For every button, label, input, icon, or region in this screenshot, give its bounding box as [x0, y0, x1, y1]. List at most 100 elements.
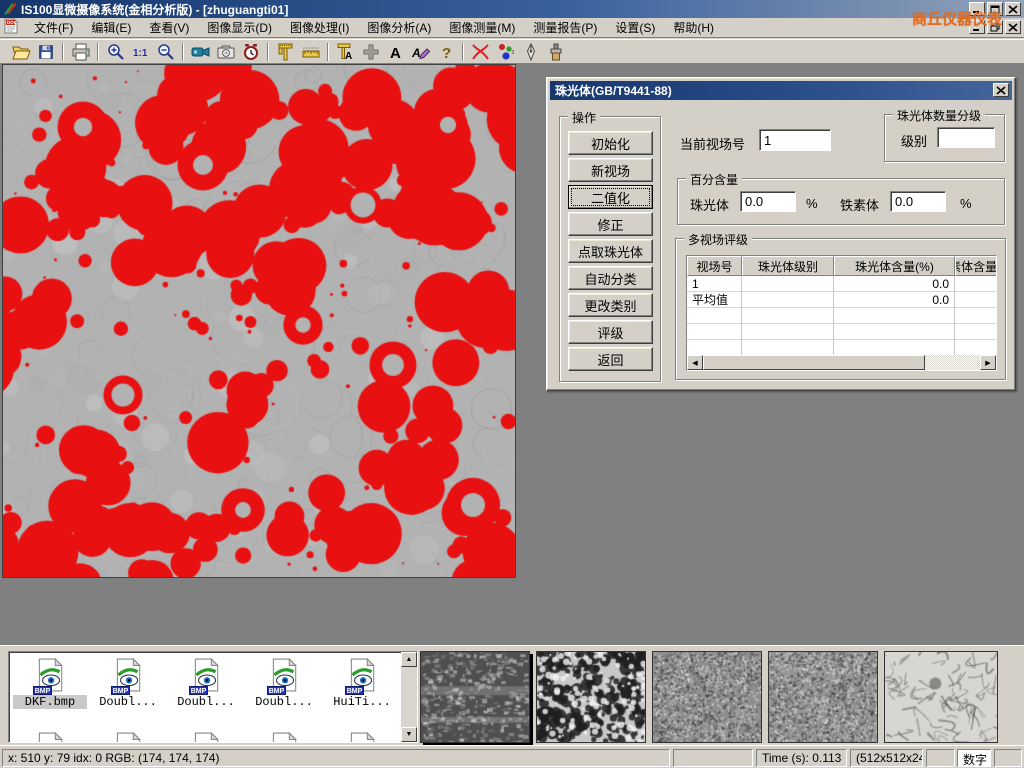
- grade-input[interactable]: [937, 127, 995, 148]
- actual-size-button[interactable]: 1:1: [128, 41, 153, 63]
- rate-button[interactable]: 评级: [568, 320, 653, 344]
- file-item[interactable]: BMP DKF.bmp: [13, 658, 87, 709]
- titlebar[interactable]: IS100显微摄像系统(金相分析版) - [zhuguangti01]: [0, 0, 1024, 18]
- ferrite-percent-input[interactable]: [890, 191, 946, 212]
- current-field-input[interactable]: [759, 129, 831, 151]
- document-icon[interactable]: DOC: [3, 18, 19, 37]
- return-button[interactable]: 返回: [568, 347, 653, 371]
- status-empty-panel: [673, 749, 753, 767]
- close-button[interactable]: [1005, 2, 1021, 16]
- menu-measure-report[interactable]: 测量报告(P): [524, 17, 606, 38]
- measure-text-button[interactable]: A: [333, 41, 358, 63]
- print-button[interactable]: [68, 41, 93, 63]
- zoom-in-button[interactable]: [103, 41, 128, 63]
- text-tool-button[interactable]: A: [383, 41, 408, 63]
- rating-table[interactable]: 视场号 珠光体级别 珠光体含量(%) 铁素体含量(%) 1 0.0 平均值: [686, 255, 997, 371]
- scroll-right-arrow-icon[interactable]: ▶: [980, 355, 996, 370]
- dialog-close-button[interactable]: [993, 83, 1009, 97]
- curve-tool-button[interactable]: [468, 41, 493, 63]
- thumbnail-5[interactable]: [884, 651, 998, 743]
- specimen-image[interactable]: [2, 64, 516, 578]
- svg-text:?: ?: [442, 45, 451, 62]
- file-list-scrollbar[interactable]: ▲ ▼: [401, 652, 417, 742]
- bmp-file-icon: BMP: [345, 681, 379, 695]
- menu-image-display[interactable]: 图像显示(D): [198, 17, 281, 38]
- file-name[interactable]: Doubl...: [247, 695, 321, 709]
- table-row[interactable]: 1 0.0: [687, 276, 996, 292]
- file-item[interactable]: BMP Doubl...: [91, 658, 165, 709]
- file-item[interactable]: BMP Doubl...: [169, 658, 243, 709]
- save-floppy-icon: [37, 43, 55, 61]
- table-horizontal-scrollbar[interactable]: ◀ ▶: [687, 355, 996, 370]
- thumbnail-3[interactable]: [652, 651, 762, 743]
- thumbnail-1[interactable]: [420, 651, 530, 743]
- ruler-button[interactable]: [298, 41, 323, 63]
- menu-view[interactable]: 查看(V): [140, 17, 198, 38]
- file-item[interactable]: BMP: [325, 732, 399, 743]
- file-name[interactable]: HuiTi...: [325, 695, 399, 709]
- pick-pearlite-button[interactable]: 点取珠光体: [568, 239, 653, 263]
- timer-button[interactable]: [238, 41, 263, 63]
- menu-edit[interactable]: 编辑(E): [82, 17, 140, 38]
- mdi-minimize-button[interactable]: [969, 20, 985, 34]
- auto-classify-button[interactable]: 自动分类: [568, 266, 653, 290]
- maximize-button[interactable]: [987, 2, 1003, 16]
- col-ferrite-content[interactable]: 铁素体含量(%): [955, 256, 997, 276]
- scroll-down-arrow-icon[interactable]: ▼: [401, 727, 417, 742]
- pearlite-percent-input[interactable]: [740, 191, 796, 212]
- col-pearlite-content[interactable]: 珠光体含量(%): [834, 256, 955, 276]
- binarize-button[interactable]: 二值化: [568, 185, 653, 209]
- classify-tool-button[interactable]: 3: [493, 41, 518, 63]
- file-item[interactable]: BMP: [13, 732, 87, 743]
- open-button[interactable]: [8, 41, 33, 63]
- file-name[interactable]: DKF.bmp: [13, 695, 87, 709]
- initialize-button[interactable]: 初始化: [568, 131, 653, 155]
- menu-image-process[interactable]: 图像处理(I): [281, 17, 358, 38]
- file-item[interactable]: BMP: [247, 732, 321, 743]
- menu-file[interactable]: 文件(F): [25, 17, 82, 38]
- current-field-label: 当前视场号: [680, 134, 745, 153]
- thumbnail-2[interactable]: [536, 651, 646, 743]
- caliper-measure-button[interactable]: [273, 41, 298, 63]
- correct-button[interactable]: 修正: [568, 212, 653, 236]
- help-button[interactable]: ?: [433, 41, 458, 63]
- thumbnail-4[interactable]: [768, 651, 878, 743]
- file-item[interactable]: BMP Doubl...: [247, 658, 321, 709]
- scroll-up-arrow-icon[interactable]: ▲: [401, 652, 417, 667]
- save-button[interactable]: [33, 41, 58, 63]
- file-name[interactable]: Doubl...: [91, 695, 165, 709]
- video-capture-button[interactable]: [188, 41, 213, 63]
- file-name[interactable]: Doubl...: [169, 695, 243, 709]
- change-class-button[interactable]: 更改类别: [568, 293, 653, 317]
- mdi-restore-button[interactable]: [987, 20, 1003, 34]
- col-pearlite-level[interactable]: 珠光体级别: [742, 256, 834, 276]
- table-row[interactable]: 平均值 0.0: [687, 292, 996, 308]
- menu-image-measure[interactable]: 图像测量(M): [440, 17, 524, 38]
- toolbar-separator: [267, 43, 269, 61]
- bmp-file-icon: BMP: [33, 681, 67, 695]
- grid-tool-button[interactable]: [358, 41, 383, 63]
- annotate-tool-button[interactable]: A: [408, 41, 433, 63]
- minimize-button[interactable]: [969, 2, 985, 16]
- pen-tool-button[interactable]: [518, 41, 543, 63]
- svg-text:A: A: [345, 51, 352, 62]
- brush-tool-button[interactable]: [543, 41, 568, 63]
- menu-settings[interactable]: 设置(S): [606, 17, 664, 38]
- mdi-close-button[interactable]: [1005, 20, 1021, 34]
- app-window: IS100显微摄像系统(金相分析版) - [zhuguangti01] 商丘仪器…: [0, 0, 1024, 768]
- zoom-out-button[interactable]: [153, 41, 178, 63]
- file-item[interactable]: BMP: [169, 732, 243, 743]
- svg-text:A: A: [411, 46, 421, 60]
- scroll-left-arrow-icon[interactable]: ◀: [687, 355, 703, 370]
- col-field-number[interactable]: 视场号: [687, 256, 742, 276]
- file-listbox[interactable]: BMP DKF.bmp BMP Doubl... BMP Doubl... BM…: [8, 651, 418, 743]
- new-field-button[interactable]: 新视场: [568, 158, 653, 182]
- scrollbar-thumb[interactable]: [703, 355, 925, 370]
- scrollbar-track[interactable]: [925, 355, 980, 370]
- menu-image-analysis[interactable]: 图像分析(A): [358, 17, 440, 38]
- camera-capture-button[interactable]: [213, 41, 238, 63]
- dialog-titlebar[interactable]: 珠光体(GB/T9441-88): [550, 81, 1012, 100]
- menu-help[interactable]: 帮助(H): [664, 17, 723, 38]
- file-item[interactable]: BMP: [91, 732, 165, 743]
- file-item[interactable]: BMP HuiTi...: [325, 658, 399, 709]
